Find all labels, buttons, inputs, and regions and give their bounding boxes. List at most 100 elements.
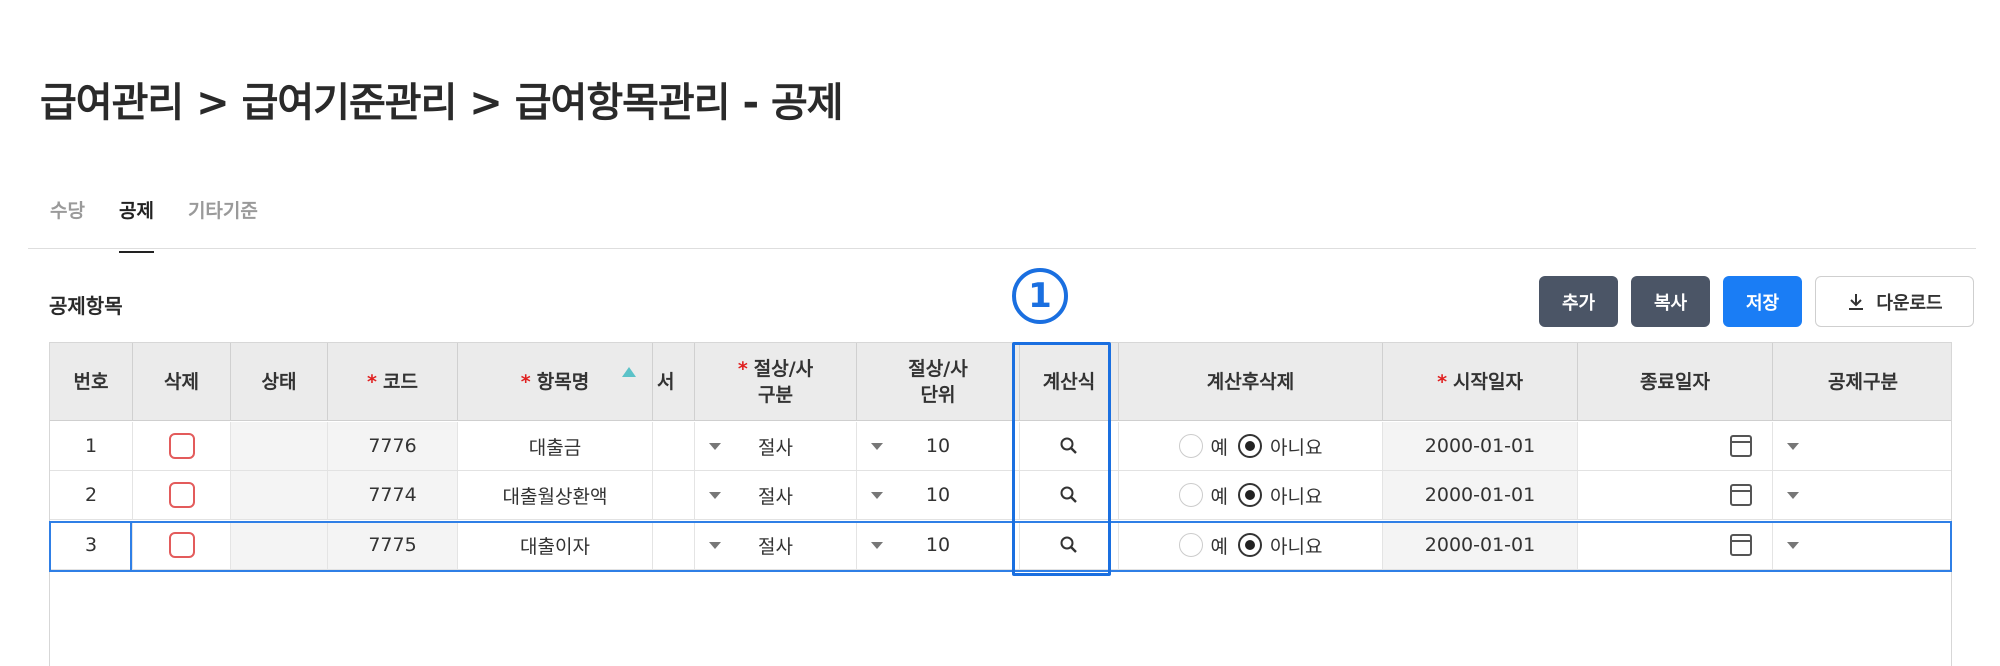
end-date-cell[interactable]	[1578, 471, 1773, 519]
col-status[interactable]: 상태	[231, 343, 328, 421]
dropdown-arrow-icon	[871, 491, 883, 499]
section-title: 공제항목	[49, 294, 123, 318]
tab-deduction[interactable]: 공제	[118, 196, 154, 253]
delete-checkbox[interactable]	[168, 482, 195, 508]
delete-after-calc-cell: 예 아니요	[1119, 521, 1383, 569]
status-cell	[231, 521, 328, 569]
col-delete[interactable]: 삭제	[133, 343, 231, 421]
radio-no[interactable]	[1238, 533, 1263, 557]
table-row[interactable]: 1 7776 대출금 절사 10 예 아니요 2000-01-01	[50, 422, 1951, 471]
dropdown-arrow-icon	[709, 541, 721, 549]
search-icon[interactable]	[1059, 485, 1079, 505]
col-order[interactable]: 서	[653, 343, 695, 421]
formula-cell	[1020, 471, 1119, 519]
toolbar: 추가 복사 저장 다운로드	[1539, 276, 1974, 327]
formula-cell	[1020, 422, 1119, 470]
round-unit-select[interactable]: 10	[857, 471, 1020, 519]
deduction-type-select[interactable]	[1773, 521, 1953, 569]
dropdown-arrow-icon	[1787, 491, 1799, 499]
dropdown-arrow-icon	[871, 541, 883, 549]
download-icon	[1849, 293, 1864, 310]
delete-cell	[133, 422, 231, 470]
tab-bar: 수당 공제 기타기준	[50, 196, 258, 253]
col-code[interactable]: * 코드	[328, 343, 458, 421]
delete-checkbox[interactable]	[168, 532, 195, 558]
formula-cell	[1020, 521, 1119, 569]
col-formula[interactable]: 계산식	[1020, 343, 1119, 421]
code-cell[interactable]: 7774	[328, 471, 458, 519]
round-unit-select[interactable]: 10	[857, 422, 1020, 470]
delete-cell	[133, 471, 231, 519]
row-number: 2	[50, 471, 133, 519]
item-name-cell[interactable]: 대출월상환액	[458, 471, 653, 519]
add-button[interactable]: 추가	[1539, 276, 1618, 327]
dropdown-arrow-icon	[709, 491, 721, 499]
required-mark: *	[1437, 371, 1447, 393]
start-date-cell[interactable]: 2000-01-01	[1383, 471, 1578, 519]
table-row[interactable]: 2 7774 대출월상환액 절사 10 예 아니요 2000-01-01	[50, 471, 1951, 520]
col-no[interactable]: 번호	[50, 343, 133, 421]
download-button[interactable]: 다운로드	[1815, 276, 1974, 327]
status-cell	[231, 422, 328, 470]
table-row[interactable]: 3 7775 대출이자 절사 10 예 아니요 2000-01-01	[50, 521, 1951, 570]
copy-button[interactable]: 복사	[1631, 276, 1710, 327]
status-cell	[231, 471, 328, 519]
required-mark: *	[520, 371, 531, 393]
radio-yes[interactable]	[1178, 483, 1203, 507]
calendar-icon[interactable]	[1730, 435, 1752, 457]
dropdown-arrow-icon	[871, 442, 883, 450]
code-cell[interactable]: 7775	[328, 521, 458, 569]
search-icon[interactable]	[1059, 535, 1079, 555]
radio-no[interactable]	[1238, 434, 1263, 458]
start-date-cell[interactable]: 2000-01-01	[1383, 422, 1578, 470]
delete-cell	[133, 521, 231, 569]
col-round-type[interactable]: * 절상/사 구분	[695, 343, 857, 421]
annotation-marker: 1	[1012, 268, 1068, 324]
order-cell[interactable]	[653, 471, 695, 519]
round-type-select[interactable]: 절사	[695, 521, 857, 569]
dropdown-arrow-icon	[1787, 442, 1799, 450]
calendar-icon[interactable]	[1730, 534, 1752, 556]
download-label: 다운로드	[1876, 292, 1943, 314]
round-type-select[interactable]: 절사	[695, 471, 857, 519]
dropdown-arrow-icon	[709, 442, 721, 450]
col-delete-after-calc[interactable]: 계산후삭제	[1119, 343, 1383, 421]
start-date-cell[interactable]: 2000-01-01	[1383, 521, 1578, 569]
deduction-type-select[interactable]	[1773, 471, 1953, 519]
col-start-date[interactable]: * 시작일자	[1383, 343, 1578, 421]
deduction-grid: 번호 삭제 상태 * 코드 * 항목명 서 * 절상/사 구분 절상/사 단위 계산식…	[49, 342, 1952, 666]
sort-ascending-icon[interactable]	[622, 367, 636, 377]
delete-after-calc-cell: 예 아니요	[1119, 422, 1383, 470]
item-name-cell[interactable]: 대출금	[458, 422, 653, 470]
col-end-date[interactable]: 종료일자	[1578, 343, 1773, 421]
row-number: 3	[50, 521, 133, 569]
col-round-unit[interactable]: 절상/사 단위	[857, 343, 1020, 421]
end-date-cell[interactable]	[1578, 521, 1773, 569]
dropdown-arrow-icon	[1787, 541, 1799, 549]
round-unit-select[interactable]: 10	[857, 521, 1020, 569]
order-cell[interactable]	[653, 422, 695, 470]
required-mark: *	[737, 358, 748, 380]
delete-checkbox[interactable]	[168, 433, 195, 459]
save-button[interactable]: 저장	[1723, 276, 1802, 327]
search-icon[interactable]	[1059, 436, 1079, 456]
delete-after-calc-cell: 예 아니요	[1119, 471, 1383, 519]
radio-yes[interactable]	[1178, 434, 1203, 458]
deduction-type-select[interactable]	[1773, 422, 1953, 470]
page-title: 급여관리 > 급여기준관리 > 급여항목관리 - 공제	[40, 80, 844, 126]
radio-no[interactable]	[1238, 483, 1263, 507]
end-date-cell[interactable]	[1578, 422, 1773, 470]
order-cell[interactable]	[653, 521, 695, 569]
col-deduction-type[interactable]: 공제구분	[1773, 343, 1953, 421]
radio-yes[interactable]	[1178, 533, 1203, 557]
calendar-icon[interactable]	[1730, 484, 1752, 506]
grid-header: 번호 삭제 상태 * 코드 * 항목명 서 * 절상/사 구분 절상/사 단위 계산식…	[50, 343, 1951, 421]
item-name-cell[interactable]: 대출이자	[458, 521, 653, 569]
col-item-name[interactable]: * 항목명	[458, 343, 653, 421]
tab-other-criteria[interactable]: 기타기준	[188, 196, 258, 253]
tab-divider	[28, 248, 1976, 249]
tab-allowance[interactable]: 수당	[50, 196, 85, 253]
code-cell[interactable]: 7776	[328, 422, 458, 470]
required-mark: *	[367, 371, 377, 393]
round-type-select[interactable]: 절사	[695, 422, 857, 470]
